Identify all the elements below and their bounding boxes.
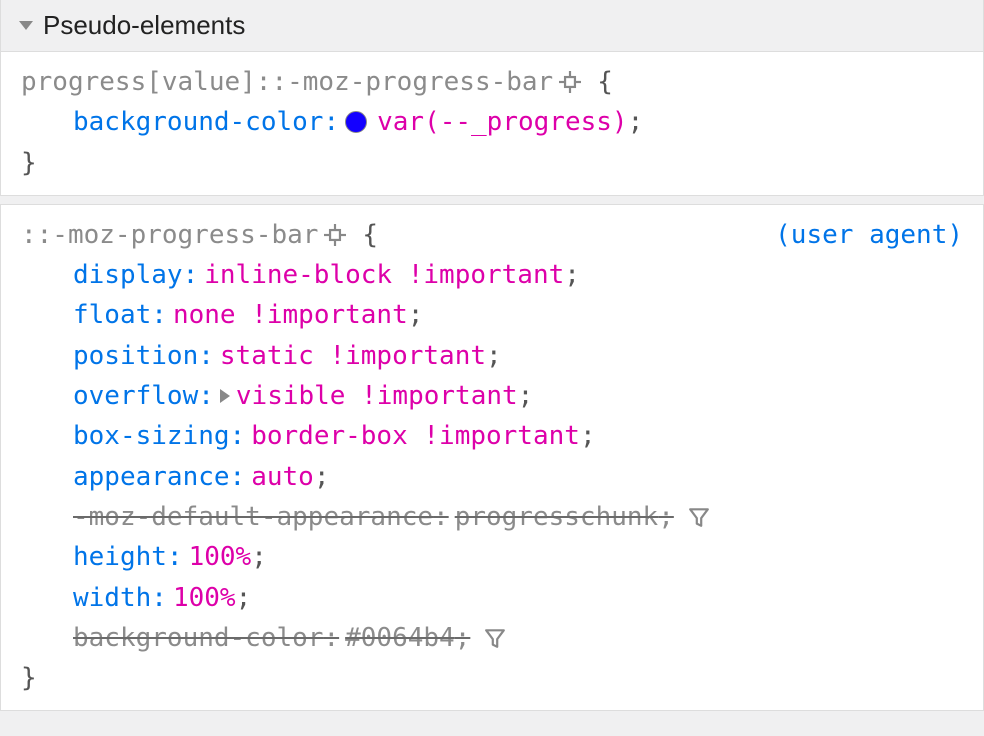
close-brace: } [21, 658, 963, 698]
stylesheet-source[interactable]: (user agent) [775, 215, 963, 255]
property-value[interactable]: 100% [189, 537, 252, 577]
property-name[interactable]: float [73, 295, 151, 335]
section-title: Pseudo-elements [43, 10, 245, 41]
close-brace: } [21, 143, 963, 183]
property-value[interactable]: var(--_progress) [377, 102, 627, 142]
highlight-selector-icon[interactable] [559, 71, 581, 93]
declaration-overridden[interactable]: -moz-default-appearance: progresschunk; [21, 497, 963, 537]
property-value[interactable]: 100% [173, 578, 236, 618]
declaration[interactable]: overflow: visible !important; [21, 376, 963, 416]
declaration[interactable]: position: static !important; [21, 336, 963, 376]
property-name[interactable]: height [73, 537, 167, 577]
property-value[interactable]: inline-block !important [204, 255, 564, 295]
property-name[interactable]: box-sizing [73, 416, 230, 456]
property-value[interactable]: static !important [220, 336, 486, 376]
property-name[interactable]: display [73, 255, 183, 295]
styles-panel: Pseudo-elements progress[value]::-moz-pr… [0, 0, 984, 711]
css-rule: progress[value]::-moz-progress-bar { bac… [0, 52, 984, 196]
css-selector[interactable]: progress[value]::-moz-progress-bar [21, 62, 553, 102]
open-brace: { [597, 62, 613, 102]
filter-icon[interactable] [484, 627, 506, 649]
css-rule: ::-moz-progress-bar { (user agent) displ… [0, 204, 984, 712]
caret-down-icon [19, 21, 33, 30]
property-name[interactable]: background-color [73, 618, 323, 658]
property-name[interactable]: -moz-default-appearance [73, 497, 433, 537]
property-value[interactable]: visible !important [236, 376, 518, 416]
property-value[interactable]: #0064b4 [345, 618, 455, 658]
declaration[interactable]: box-sizing: border-box !important; [21, 416, 963, 456]
declaration-overridden[interactable]: background-color: #0064b4; [21, 618, 963, 658]
declaration[interactable]: float: none !important; [21, 295, 963, 335]
property-name[interactable]: position [73, 336, 198, 376]
color-swatch-icon[interactable] [345, 111, 367, 133]
open-brace: { [362, 215, 378, 255]
property-name[interactable]: appearance [73, 457, 230, 497]
declaration[interactable]: background-color: var(--_progress); [21, 102, 963, 142]
css-selector[interactable]: ::-moz-progress-bar [21, 215, 318, 255]
property-value[interactable]: none !important [173, 295, 408, 335]
property-value[interactable]: auto [251, 457, 314, 497]
property-name[interactable]: width [73, 578, 151, 618]
filter-icon[interactable] [688, 506, 710, 528]
property-name[interactable]: overflow [73, 376, 198, 416]
property-value[interactable]: progresschunk [455, 497, 659, 537]
property-value[interactable]: border-box !important [251, 416, 580, 456]
property-name[interactable]: background-color [73, 102, 323, 142]
declaration[interactable]: appearance: auto; [21, 457, 963, 497]
expand-shorthand-icon[interactable] [220, 389, 230, 403]
declaration[interactable]: height: 100%; [21, 537, 963, 577]
declaration[interactable]: width: 100%; [21, 578, 963, 618]
highlight-selector-icon[interactable] [324, 224, 346, 246]
declaration[interactable]: display: inline-block !important; [21, 255, 963, 295]
section-header-pseudo-elements[interactable]: Pseudo-elements [0, 0, 984, 52]
